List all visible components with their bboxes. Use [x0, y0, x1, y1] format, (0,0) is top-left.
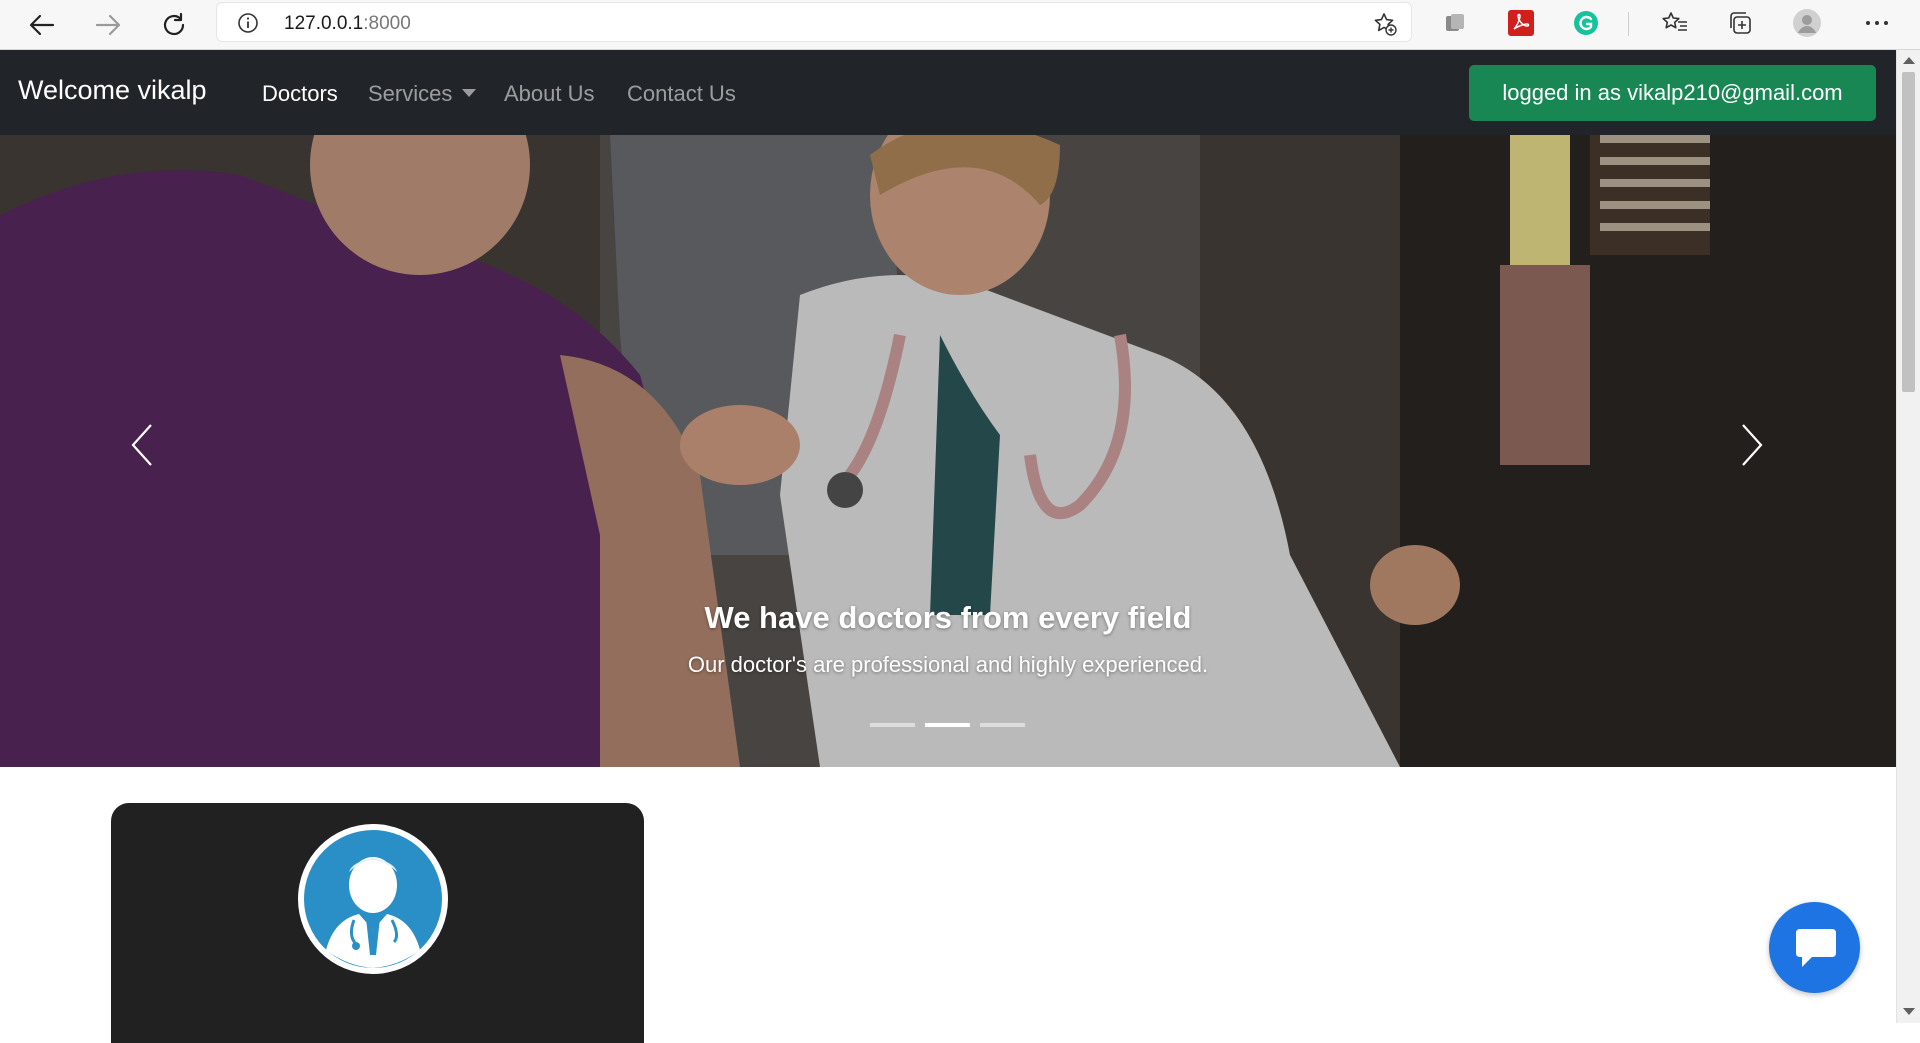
profile-icon[interactable]	[1792, 8, 1822, 38]
carousel-caption-title: We have doctors from every field	[704, 600, 1192, 635]
address-bar[interactable]: 127.0.0.1:8000	[216, 2, 1412, 42]
nav-link-contact[interactable]: Contact Us	[627, 81, 736, 107]
carousel-indicator-active[interactable]	[925, 723, 970, 727]
forward-arrow-icon[interactable]	[91, 8, 125, 42]
address-host: 127.0.0.1	[284, 13, 364, 34]
site-info-icon[interactable]	[237, 12, 259, 38]
scroll-thumb[interactable]	[1902, 72, 1915, 392]
nav-link-services-label: Services	[368, 81, 453, 106]
page-scrollbar[interactable]	[1896, 50, 1920, 1023]
chevron-down-icon	[462, 89, 477, 97]
scroll-down-icon[interactable]	[1903, 1008, 1915, 1015]
chevron-right-icon	[1742, 424, 1763, 466]
chat-bubble-icon	[1795, 928, 1836, 967]
more-icon[interactable]	[1862, 8, 1892, 38]
back-arrow-icon[interactable]	[25, 8, 59, 42]
doctor-avatar-icon	[304, 830, 442, 968]
extension-icon[interactable]	[1440, 8, 1470, 38]
chat-button[interactable]	[1769, 902, 1860, 993]
doctor-avatar	[298, 824, 448, 974]
add-favorite-icon[interactable]	[1372, 11, 1398, 41]
reload-icon[interactable]	[157, 8, 191, 42]
doctor-card[interactable]	[111, 803, 644, 1043]
carousel-indicator[interactable]	[870, 723, 915, 727]
login-status-badge[interactable]: logged in as vikalp210@gmail.com	[1469, 65, 1876, 121]
toolbar-divider	[1628, 12, 1629, 36]
carousel-caption-text: Our doctor's are professional and highly…	[687, 652, 1209, 677]
chevron-left-icon	[131, 424, 152, 466]
scroll-up-icon[interactable]	[1903, 57, 1915, 64]
nav-link-services[interactable]: Services	[368, 81, 477, 107]
address-port: :8000	[363, 13, 411, 34]
carousel-prev-button[interactable]	[112, 415, 172, 475]
site-navbar: Welcome vikalp Doctors Services About Us…	[0, 50, 1896, 135]
carousel-next-button[interactable]	[1722, 415, 1782, 475]
address-url: 127.0.0.1:8000	[284, 13, 411, 35]
navbar-brand[interactable]: Welcome vikalp	[18, 75, 207, 106]
grammarly-icon[interactable]	[1571, 8, 1601, 38]
pdf-icon[interactable]	[1506, 8, 1536, 38]
hero-carousel: We have doctors from every field Our doc…	[0, 135, 1896, 767]
nav-link-doctors[interactable]: Doctors	[262, 81, 338, 107]
collections-icon[interactable]	[1725, 8, 1755, 38]
favorites-icon[interactable]	[1660, 8, 1690, 38]
nav-link-about[interactable]: About Us	[504, 81, 595, 107]
carousel-indicator[interactable]	[980, 723, 1025, 727]
browser-toolbar: 127.0.0.1:8000	[0, 0, 1920, 50]
